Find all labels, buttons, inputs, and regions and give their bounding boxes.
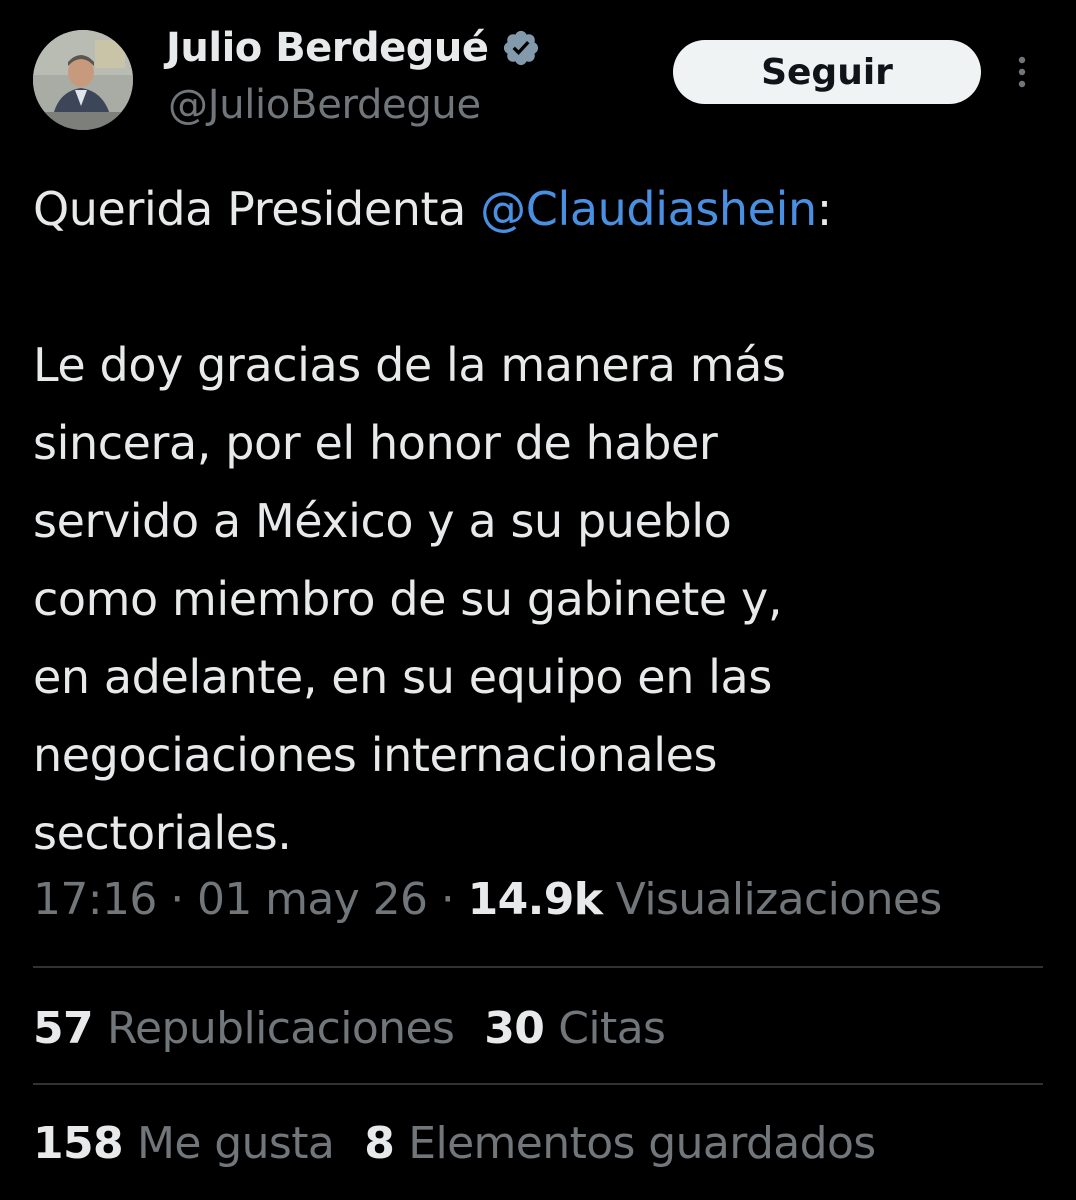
name-row: Julio Berdegué (166, 20, 541, 76)
avatar[interactable] (33, 30, 133, 130)
reposts-stat[interactable]: 57 Republicaciones (33, 1003, 455, 1054)
stats-row-shares: 57 Republicaciones 30 Citas (33, 1003, 695, 1054)
likes-count: 158 (33, 1118, 124, 1169)
display-name[interactable]: Julio Berdegué (166, 25, 489, 71)
greeting-text: Querida Presidenta (33, 182, 481, 236)
bookmarks-label: Elementos guardados (408, 1118, 876, 1169)
quotes-stat[interactable]: 30 Citas (484, 1003, 666, 1054)
tweet-line: como miembro de su gabinete y, (33, 572, 783, 626)
follow-button[interactable]: Seguir (673, 40, 981, 104)
reposts-count: 57 (33, 1003, 94, 1054)
meta-separator: · (427, 874, 468, 925)
reposts-label: Republicaciones (107, 1003, 455, 1054)
more-vertical-icon[interactable] (1010, 52, 1034, 92)
tweet-line: servido a México y a su pueblo (33, 494, 732, 548)
tweet-line: Le doy gracias de la manera más (33, 338, 786, 392)
views-label (602, 874, 615, 925)
profile-photo (33, 30, 133, 130)
likes-label: Me gusta (137, 1118, 335, 1169)
mention-link[interactable]: @Claudiashein (480, 182, 817, 236)
quotes-label: Citas (558, 1003, 666, 1054)
views-count: 14.9k (467, 874, 603, 925)
meta-separator: · (156, 874, 197, 925)
bookmarks-stat[interactable]: 8 Elementos guardados (364, 1118, 876, 1169)
verified-badge-icon (501, 28, 541, 68)
tweet-time[interactable]: 17:16 (33, 874, 157, 925)
tweet-line: sincera, por el honor de haber (33, 416, 718, 470)
stats-row-likes: 158 Me gusta 8 Elementos guardados (33, 1118, 906, 1169)
tweet-body: Querida Presidenta @Claudiashein: Le doy… (33, 170, 1043, 872)
tweet-header: Julio Berdegué @JulioBerdegue Seguir (0, 0, 1076, 150)
likes-stat[interactable]: 158 Me gusta (33, 1118, 335, 1169)
tweet-line: sectoriales. (33, 806, 292, 860)
user-handle[interactable]: @JulioBerdegue (168, 82, 481, 128)
quotes-count: 30 (484, 1003, 545, 1054)
views-label-text: Visualizaciones (615, 874, 942, 925)
tweet-date[interactable]: 01 may 26 (197, 874, 428, 925)
tweet-line: negociaciones internacionales (33, 728, 718, 782)
greeting-colon: : (816, 182, 833, 236)
tweet-greeting: Querida Presidenta @Claudiashein: (33, 170, 1043, 248)
tweet-meta: 17:16 · 01 may 26 · 14.9k Visualizacione… (33, 874, 942, 925)
tweet-line: en adelante, en su equipo en las (33, 650, 772, 704)
divider (33, 1083, 1043, 1085)
divider (33, 966, 1043, 968)
bookmarks-count: 8 (364, 1118, 395, 1169)
